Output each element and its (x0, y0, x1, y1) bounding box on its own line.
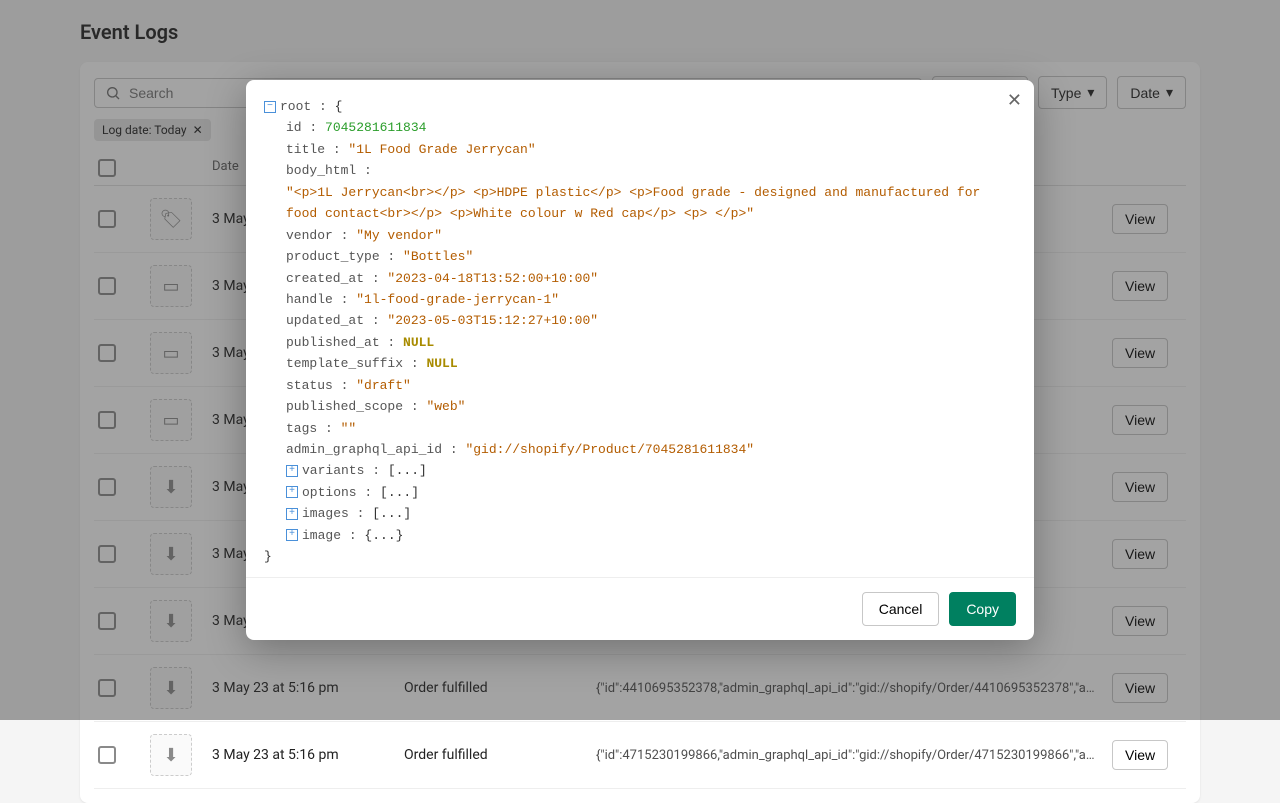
modal-overlay[interactable]: ✕ −root : {id : 7045281611834title : "1L… (0, 0, 1280, 720)
page-root: Event Logs Category ▾ Type ▾ Date ▾ Log … (0, 0, 1280, 720)
modal-footer: Cancel Copy (246, 577, 1034, 640)
row-date: 3 May 23 at 5:16 pm (212, 747, 392, 763)
expand-toggle-icon[interactable]: + (286, 508, 298, 520)
collapse-toggle-icon[interactable]: − (264, 101, 276, 113)
expand-toggle-icon[interactable]: + (286, 529, 298, 541)
copy-button[interactable]: Copy (949, 592, 1016, 626)
row-event: Order fulfilled (404, 747, 584, 763)
cancel-button[interactable]: Cancel (862, 592, 940, 626)
row-thumbnail: ⬇ (150, 734, 192, 776)
json-tree: −root : {id : 7045281611834title : "1L F… (264, 96, 1016, 568)
json-modal: ✕ −root : {id : 7045281611834title : "1L… (246, 80, 1034, 640)
table-row: ⬇ 3 May 23 at 5:16 pm Order fulfilled {"id"… (94, 722, 1186, 789)
modal-body: ✕ −root : {id : 7045281611834title : "1L… (246, 80, 1034, 577)
modal-close-button[interactable]: ✕ (1007, 90, 1022, 111)
row-checkbox[interactable] (98, 746, 116, 764)
view-button[interactable]: View (1112, 740, 1168, 770)
expand-toggle-icon[interactable]: + (286, 486, 298, 498)
close-icon: ✕ (1007, 90, 1022, 110)
row-json-preview: {"id":4715230199866,"admin_graphql_api_i… (596, 748, 1100, 763)
expand-toggle-icon[interactable]: + (286, 465, 298, 477)
